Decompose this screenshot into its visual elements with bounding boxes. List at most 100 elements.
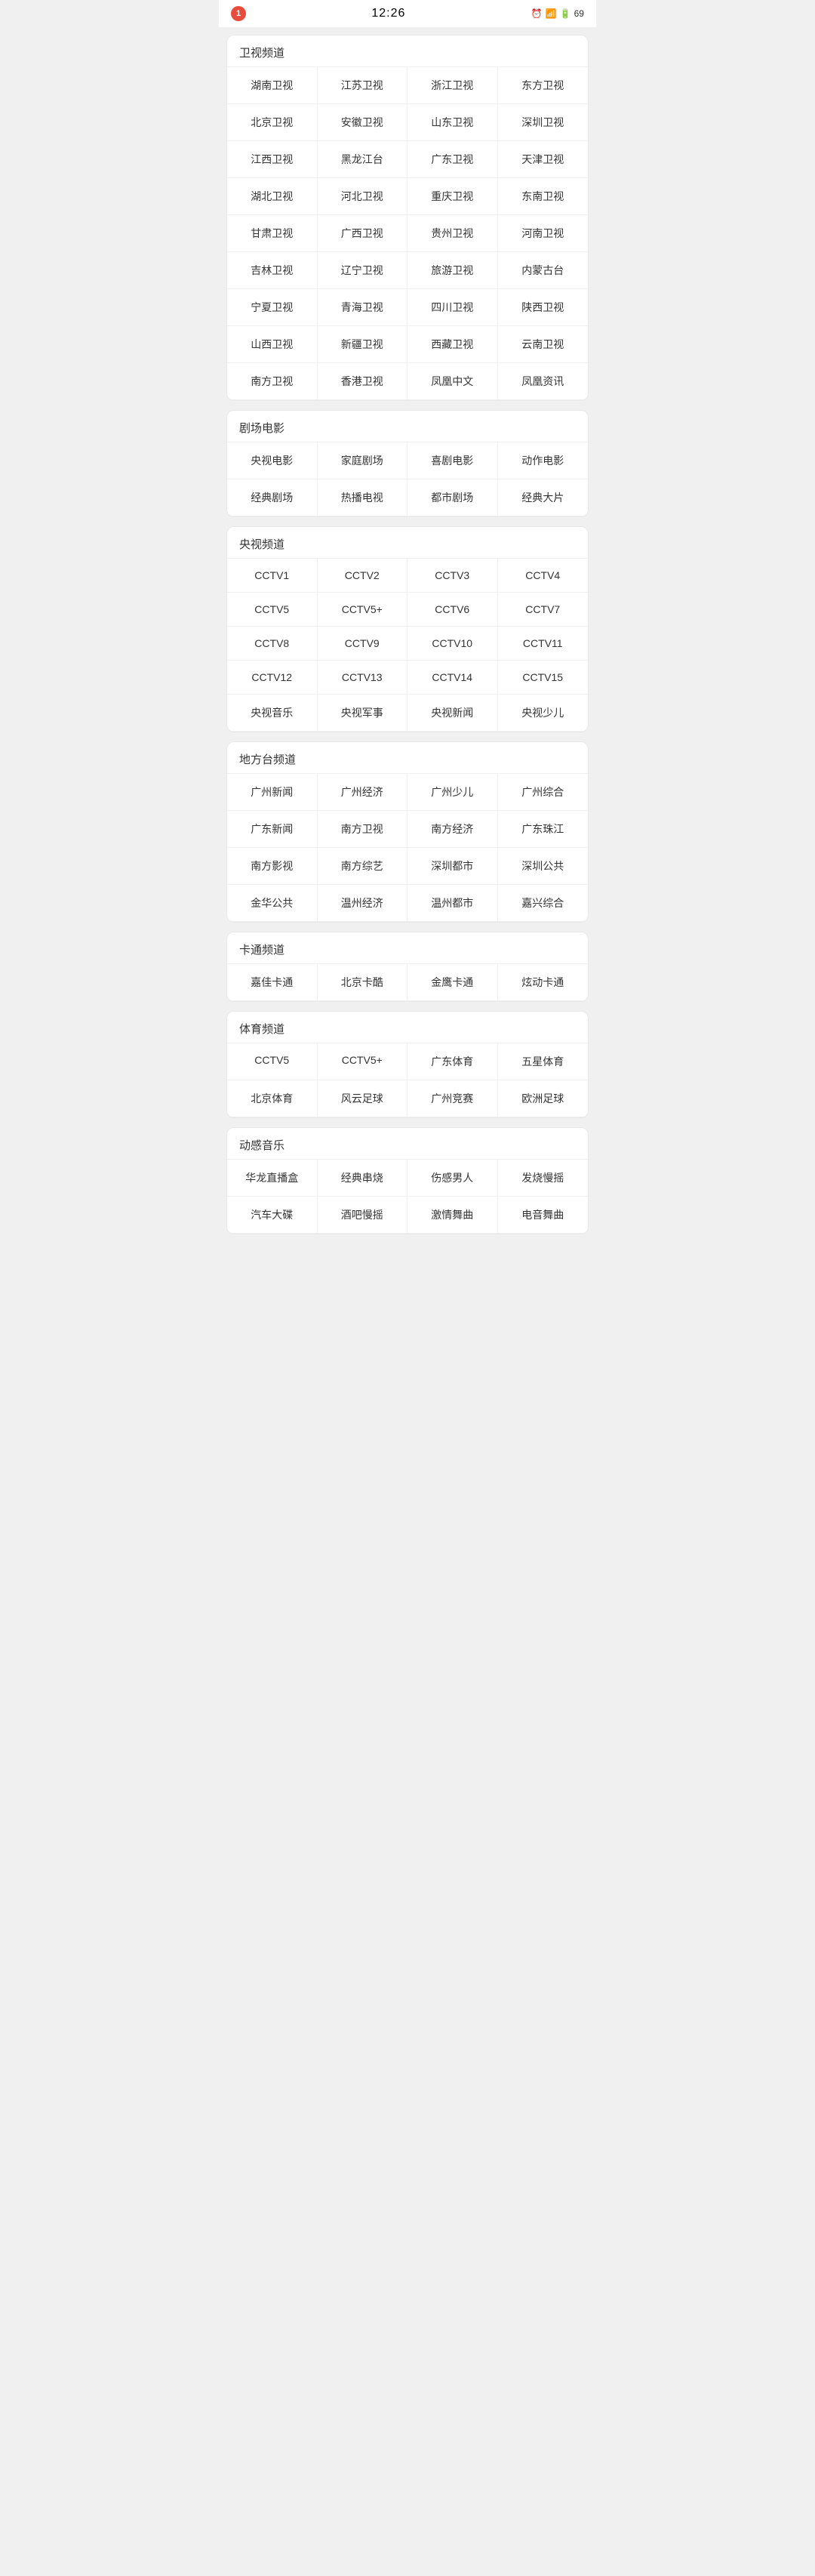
channel-cell[interactable]: 广西卫视 [318,215,408,252]
channel-cell[interactable]: 香港卫视 [318,363,408,400]
channel-cell[interactable]: 广州新闻 [227,774,318,811]
channel-cell[interactable]: 温州经济 [318,885,408,922]
channel-cell[interactable]: CCTV15 [498,661,589,695]
channel-cell[interactable]: 央视电影 [227,442,318,479]
channel-cell[interactable]: 嘉佳卡通 [227,964,318,1001]
channel-cell[interactable]: CCTV7 [498,593,589,627]
channel-cell[interactable]: 广东新闻 [227,811,318,848]
channel-cell[interactable]: 炫动卡通 [498,964,589,1001]
channel-cell[interactable]: 五星体育 [498,1043,589,1080]
channel-cell[interactable]: 吉林卫视 [227,252,318,289]
channel-cell[interactable]: 广州少儿 [408,774,498,811]
channel-cell[interactable]: CCTV8 [227,627,318,661]
channel-cell[interactable]: 青海卫视 [318,289,408,326]
channel-cell[interactable]: 北京体育 [227,1080,318,1117]
channel-cell[interactable]: 广东珠江 [498,811,589,848]
channel-cell[interactable]: 激情舞曲 [408,1197,498,1234]
channel-cell[interactable]: 嘉兴综合 [498,885,589,922]
channel-cell[interactable]: 伤感男人 [408,1160,498,1197]
channel-cell[interactable]: 电音舞曲 [498,1197,589,1234]
channel-cell[interactable]: CCTV5 [227,1043,318,1080]
channel-cell[interactable]: 宁夏卫视 [227,289,318,326]
channel-cell[interactable]: 深圳都市 [408,848,498,885]
channel-cell[interactable]: 央视少儿 [498,695,589,732]
channel-cell[interactable]: 山西卫视 [227,326,318,363]
channel-cell[interactable]: 喜剧电影 [408,442,498,479]
channel-cell[interactable]: 甘肃卫视 [227,215,318,252]
channel-cell[interactable]: 天津卫视 [498,141,589,178]
channel-cell[interactable]: CCTV5 [227,593,318,627]
channel-cell[interactable]: CCTV11 [498,627,589,661]
channel-cell[interactable]: 发烧慢摇 [498,1160,589,1197]
channel-cell[interactable]: 风云足球 [318,1080,408,1117]
channel-cell[interactable]: 南方卫视 [227,363,318,400]
channel-cell[interactable]: CCTV5+ [318,1043,408,1080]
channel-cell[interactable]: 南方综艺 [318,848,408,885]
channel-cell[interactable]: 黑龙江台 [318,141,408,178]
channel-cell[interactable]: 浙江卫视 [408,67,498,104]
channel-cell[interactable]: 华龙直播盒 [227,1160,318,1197]
channel-cell[interactable]: 广州综合 [498,774,589,811]
channel-cell[interactable]: CCTV2 [318,559,408,593]
channel-cell[interactable]: 欧洲足球 [498,1080,589,1117]
channel-cell[interactable]: 南方影视 [227,848,318,885]
channel-cell[interactable]: CCTV13 [318,661,408,695]
channel-cell[interactable]: 北京卡酷 [318,964,408,1001]
channel-cell[interactable]: 广东体育 [408,1043,498,1080]
channel-cell[interactable]: 安徽卫视 [318,104,408,141]
channel-cell[interactable]: 金华公共 [227,885,318,922]
channel-cell[interactable]: 河南卫视 [498,215,589,252]
channel-cell[interactable]: CCTV3 [408,559,498,593]
channel-cell[interactable]: 北京卫视 [227,104,318,141]
channel-cell[interactable]: 江西卫视 [227,141,318,178]
channel-cell[interactable]: 深圳公共 [498,848,589,885]
channel-cell[interactable]: 重庆卫视 [408,178,498,215]
channel-cell[interactable]: 湖北卫视 [227,178,318,215]
channel-cell[interactable]: 广州经济 [318,774,408,811]
channel-cell[interactable]: 江苏卫视 [318,67,408,104]
channel-cell[interactable]: 经典大片 [498,479,589,516]
channel-cell[interactable]: 家庭剧场 [318,442,408,479]
channel-cell[interactable]: 汽车大碟 [227,1197,318,1234]
channel-cell[interactable]: 贵州卫视 [408,215,498,252]
channel-cell[interactable]: 新疆卫视 [318,326,408,363]
channel-cell[interactable]: CCTV14 [408,661,498,695]
channel-cell[interactable]: 深圳卫视 [498,104,589,141]
channel-cell[interactable]: 山东卫视 [408,104,498,141]
channel-cell[interactable]: 辽宁卫视 [318,252,408,289]
channel-cell[interactable]: CCTV5+ [318,593,408,627]
channel-cell[interactable]: CCTV1 [227,559,318,593]
channel-cell[interactable]: 西藏卫视 [408,326,498,363]
channel-cell[interactable]: CCTV9 [318,627,408,661]
channel-cell[interactable]: 旅游卫视 [408,252,498,289]
channel-cell[interactable]: 东南卫视 [498,178,589,215]
channel-cell[interactable]: 南方卫视 [318,811,408,848]
channel-cell[interactable]: 陕西卫视 [498,289,589,326]
channel-cell[interactable]: 央视新闻 [408,695,498,732]
channel-cell[interactable]: 央视军事 [318,695,408,732]
channel-cell[interactable]: 热播电视 [318,479,408,516]
channel-cell[interactable]: 央视音乐 [227,695,318,732]
channel-cell[interactable]: 酒吧慢摇 [318,1197,408,1234]
channel-cell[interactable]: 经典剧场 [227,479,318,516]
channel-cell[interactable]: 云南卫视 [498,326,589,363]
channel-cell[interactable]: 湖南卫视 [227,67,318,104]
channel-cell[interactable]: 温州都市 [408,885,498,922]
channel-cell[interactable]: CCTV10 [408,627,498,661]
channel-cell[interactable]: 南方经济 [408,811,498,848]
channel-cell[interactable]: 内蒙古台 [498,252,589,289]
channel-cell[interactable]: 东方卫视 [498,67,589,104]
channel-cell[interactable]: 凤凰中文 [408,363,498,400]
channel-cell[interactable]: 广州竞赛 [408,1080,498,1117]
channel-cell[interactable]: 都市剧场 [408,479,498,516]
channel-cell[interactable]: 经典串烧 [318,1160,408,1197]
channel-cell[interactable]: 四川卫视 [408,289,498,326]
channel-cell[interactable]: CCTV4 [498,559,589,593]
channel-cell[interactable]: CCTV12 [227,661,318,695]
channel-cell[interactable]: 动作电影 [498,442,589,479]
channel-cell[interactable]: 凤凰资讯 [498,363,589,400]
channel-cell[interactable]: 广东卫视 [408,141,498,178]
channel-cell[interactable]: 金鹰卡通 [408,964,498,1001]
channel-cell[interactable]: 河北卫视 [318,178,408,215]
channel-cell[interactable]: CCTV6 [408,593,498,627]
